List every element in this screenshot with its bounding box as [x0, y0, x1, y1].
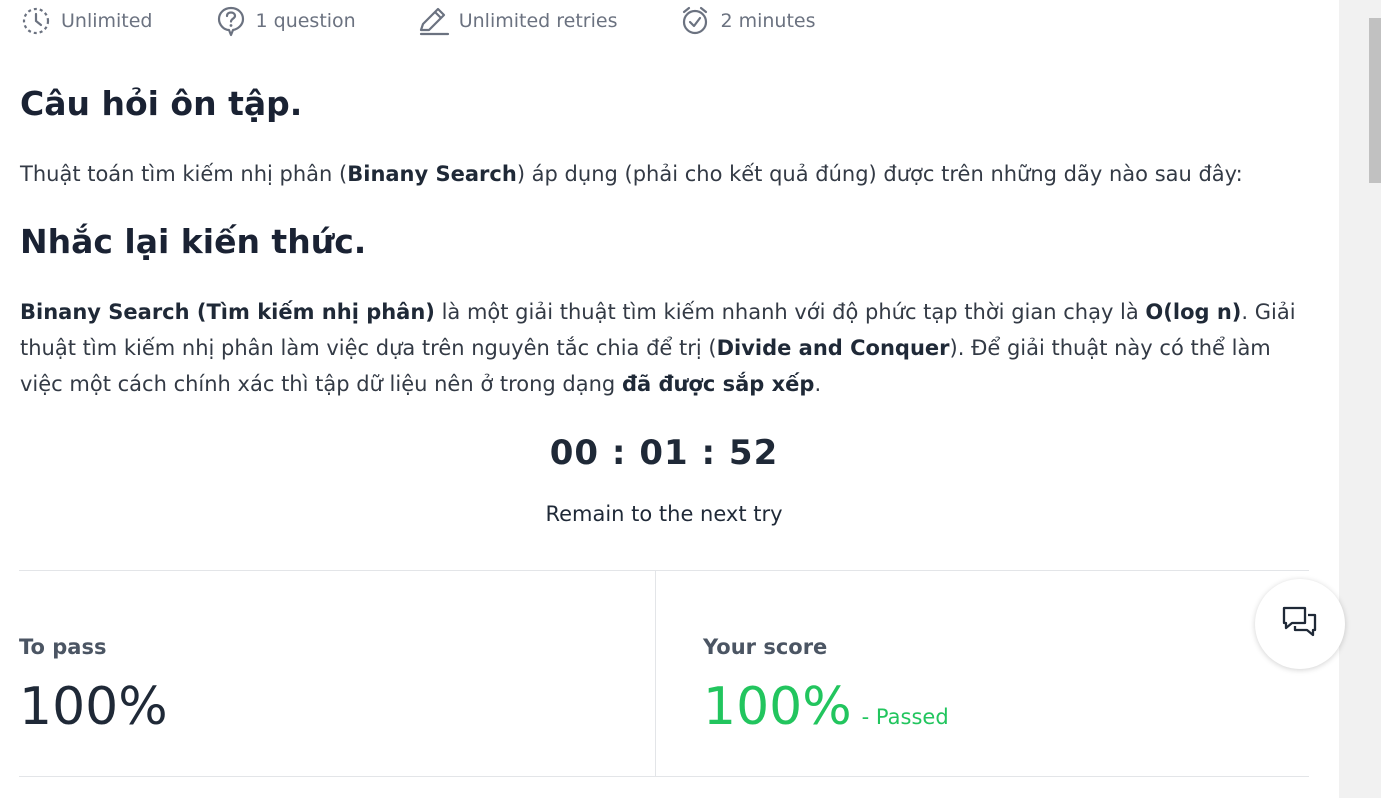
quiz-meta-row: Unlimited 1 question Unlimited retries 2… [20, 4, 878, 38]
to-pass-value: 100% [19, 677, 168, 737]
retry-countdown-caption: Remain to the next try [545, 502, 783, 526]
recap-title: Nhắc lại kiến thức. [20, 222, 367, 261]
recap-bold-1: Binany Search (Tìm kiếm nhị phân) [20, 300, 435, 324]
alarm-clock-icon [679, 5, 711, 37]
to-pass-column: To pass 100% [19, 571, 656, 776]
meta-retries: Unlimited retries [418, 5, 618, 37]
question-text-before: Thuật toán tìm kiếm nhị phân ( [20, 162, 348, 186]
recap-bold-4: đã được sắp xếp [621, 372, 815, 396]
main-content: Unlimited 1 question Unlimited retries 2… [0, 0, 1338, 798]
passed-status: - Passed [861, 705, 949, 729]
pencil-icon [418, 5, 450, 37]
question-text: Thuật toán tìm kiếm nhị phân (Binany Sea… [20, 156, 1310, 192]
your-score-label: Your score [703, 635, 828, 659]
question-bubble-icon [215, 5, 247, 37]
recap-bold-2: O(log n) [1145, 300, 1242, 324]
meta-questions: 1 question [215, 5, 356, 37]
score-panel: To pass 100% Your score 100% - Passed [19, 570, 1309, 777]
retry-countdown: 00 : 01 : 52 [549, 433, 779, 473]
scrollbar-thumb[interactable] [1369, 18, 1381, 183]
quiz-page: Unlimited 1 question Unlimited retries 2… [0, 0, 1381, 798]
meta-retries-label: Unlimited retries [458, 10, 618, 32]
recap-text-1: là một giải thuật tìm kiếm nhanh với độ … [434, 300, 1146, 324]
meta-attempts-label: Unlimited [61, 10, 153, 32]
chat-button[interactable] [1255, 579, 1345, 669]
your-score-line: 100% - Passed [703, 677, 949, 737]
to-pass-label: To pass [19, 635, 107, 659]
your-score-value: 100% [703, 677, 852, 737]
meta-attempts: Unlimited [20, 5, 153, 37]
clock-dashed-icon [20, 5, 52, 37]
chat-bubbles-icon [1281, 604, 1319, 644]
meta-time-limit: 2 minutes [679, 5, 816, 37]
question-text-after: ) áp dụng (phải cho kết quả đúng) được t… [516, 162, 1243, 186]
question-title: Câu hỏi ôn tập. [20, 84, 303, 123]
your-score-column: Your score 100% - Passed [703, 571, 1303, 776]
recap-bold-3: Divide and Conquer [716, 336, 950, 360]
recap-text: Binany Search (Tìm kiếm nhị phân) là một… [20, 294, 1310, 402]
meta-questions-label: 1 question [255, 10, 356, 32]
recap-text-4: . [814, 372, 822, 396]
question-text-bold: Binany Search [347, 162, 517, 186]
page-scrollbar[interactable] [1339, 0, 1381, 798]
meta-time-limit-label: 2 minutes [720, 10, 816, 32]
